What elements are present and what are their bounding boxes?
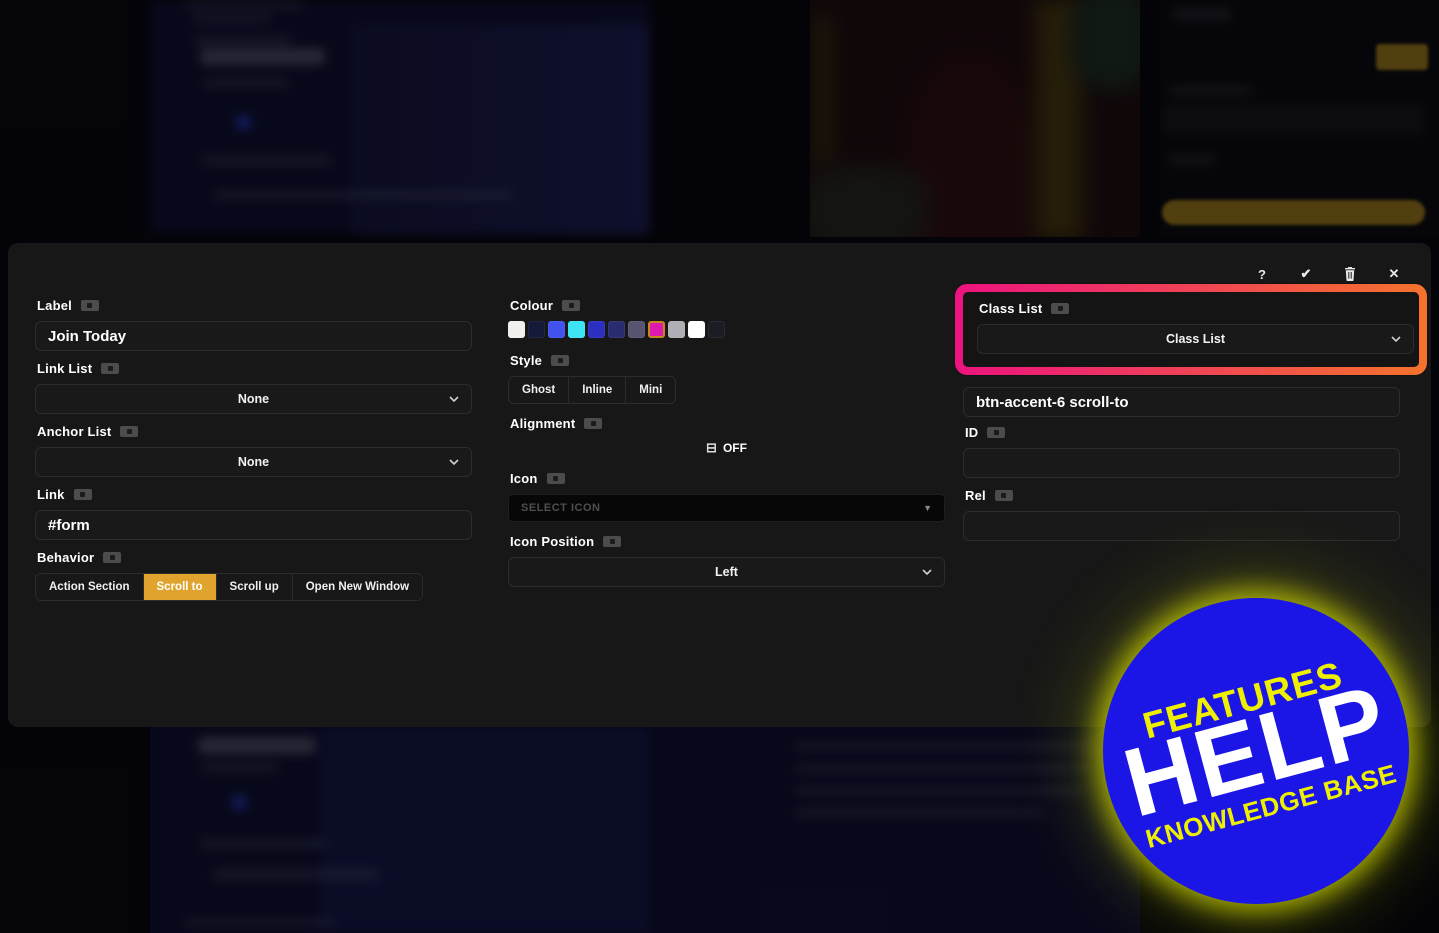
video-hint-icon[interactable] — [987, 427, 1006, 438]
video-hint-icon[interactable] — [562, 300, 581, 311]
label-text: Anchor List — [37, 424, 112, 439]
video-hint-icon[interactable] — [120, 426, 139, 437]
style-option[interactable]: Inline — [569, 377, 627, 403]
label-text: ID — [965, 425, 979, 440]
alignment-state: OFF — [722, 441, 747, 455]
label-text: Style — [510, 353, 543, 368]
link-input[interactable] — [35, 510, 472, 540]
colour-swatch[interactable] — [708, 321, 725, 338]
icon-select[interactable]: SELECT ICON ▼ — [508, 494, 945, 522]
style-option[interactable]: Ghost — [509, 377, 570, 403]
behavior-option[interactable]: Scroll up — [216, 574, 293, 600]
id-input[interactable] — [963, 448, 1400, 478]
video-hint-icon[interactable] — [73, 489, 92, 500]
panel-toolbar: ? ✔ ✕ — [1253, 265, 1403, 283]
colour-label: Colour — [510, 298, 945, 313]
chevron-down-icon — [449, 396, 459, 402]
icon-position-select[interactable]: Left — [508, 557, 945, 587]
chevron-down-icon — [1391, 336, 1401, 342]
video-hint-icon[interactable] — [546, 473, 565, 484]
label-text: Icon Position — [510, 534, 595, 549]
rel-label: Rel — [965, 488, 1400, 503]
video-hint-icon[interactable] — [101, 363, 120, 374]
label-text: Link List — [37, 361, 93, 376]
icon-label: Icon — [510, 471, 945, 486]
label-input[interactable] — [35, 321, 472, 351]
link-list-label: Link List — [37, 361, 472, 376]
colour-swatch[interactable] — [548, 321, 565, 338]
id-label: ID — [965, 425, 1400, 440]
column-left: Label Link List None Anchor List None — [35, 298, 472, 601]
colour-swatch[interactable] — [508, 321, 525, 338]
colour-swatch[interactable] — [568, 321, 585, 338]
help-knowledge-base-badge[interactable]: FEATURES HELP KNOWLEDGE BASE — [1103, 598, 1409, 904]
anchor-list-select[interactable]: None — [35, 447, 472, 477]
colour-swatch[interactable] — [608, 321, 625, 338]
class-list-label: Class List — [979, 301, 1405, 316]
video-hint-icon[interactable] — [103, 552, 122, 563]
class-list-input[interactable] — [963, 387, 1400, 417]
colour-swatch[interactable] — [648, 321, 665, 338]
style-segment: Ghost Inline Mini — [508, 376, 677, 404]
label-text: Label — [37, 298, 72, 313]
alignment-off-icon: ⊟ — [706, 440, 717, 455]
icon-position-label: Icon Position — [510, 534, 945, 549]
label-text: Alignment — [510, 416, 576, 431]
chevron-down-icon — [922, 569, 932, 575]
select-value: None — [237, 455, 270, 469]
select-value: Left — [715, 565, 738, 579]
confirm-icon[interactable]: ✔ — [1297, 265, 1315, 283]
alignment-label: Alignment — [510, 416, 945, 431]
behavior-label: Behavior — [37, 550, 472, 565]
label-text: Colour — [510, 298, 554, 313]
video-hint-icon[interactable] — [994, 490, 1013, 501]
style-label: Style — [510, 353, 945, 368]
column-right: Class List Class List ID Rel — [955, 284, 1427, 541]
chevron-down-icon — [449, 459, 459, 465]
colour-swatch[interactable] — [668, 321, 685, 338]
video-hint-icon[interactable] — [1051, 303, 1070, 314]
column-middle: Colour Style Ghost Inline Mini Alignment ⊟… — [508, 298, 945, 587]
label-text: Link — [37, 487, 65, 502]
screen: ? ✔ ✕ Label Link List None — [0, 0, 1439, 933]
colour-swatch[interactable] — [628, 321, 645, 338]
icon-select-placeholder: SELECT ICON — [521, 502, 601, 514]
label-field-label: Label — [37, 298, 472, 313]
colour-swatch[interactable] — [528, 321, 545, 338]
class-list-select[interactable]: Class List — [977, 324, 1414, 354]
label-text: Icon — [510, 471, 538, 486]
trash-icon[interactable] — [1341, 265, 1359, 283]
label-text: Class List — [979, 301, 1043, 316]
anchor-list-label: Anchor List — [37, 424, 472, 439]
help-icon[interactable]: ? — [1253, 265, 1271, 283]
link-list-select[interactable]: None — [35, 384, 472, 414]
style-option[interactable]: Mini — [626, 377, 676, 403]
alignment-toggle[interactable]: ⊟ OFF — [508, 439, 945, 457]
video-hint-icon[interactable] — [603, 536, 622, 547]
dropdown-arrow-icon: ▼ — [923, 503, 932, 513]
colour-swatch[interactable] — [688, 321, 705, 338]
behavior-option[interactable]: Action Section — [36, 574, 144, 600]
rel-input[interactable] — [963, 511, 1400, 541]
video-hint-icon[interactable] — [80, 300, 99, 311]
class-list-highlight: Class List Class List — [955, 284, 1427, 375]
label-text: Rel — [965, 488, 986, 503]
close-icon[interactable]: ✕ — [1385, 265, 1403, 283]
badge-text: FEATURES HELP KNOWLEDGE BASE — [1108, 646, 1404, 857]
select-value: None — [237, 392, 270, 406]
behavior-option[interactable]: Scroll to — [143, 574, 217, 600]
video-hint-icon[interactable] — [551, 355, 570, 366]
video-hint-icon[interactable] — [584, 418, 603, 429]
behavior-option[interactable]: Open New Window — [292, 574, 423, 600]
behavior-segment: Action Section Scroll to Scroll up Open New… — [35, 573, 424, 601]
colour-swatch[interactable] — [588, 321, 605, 338]
colour-swatches — [508, 321, 945, 339]
link-label: Link — [37, 487, 472, 502]
select-value: Class List — [1165, 332, 1226, 346]
label-text: Behavior — [37, 550, 95, 565]
